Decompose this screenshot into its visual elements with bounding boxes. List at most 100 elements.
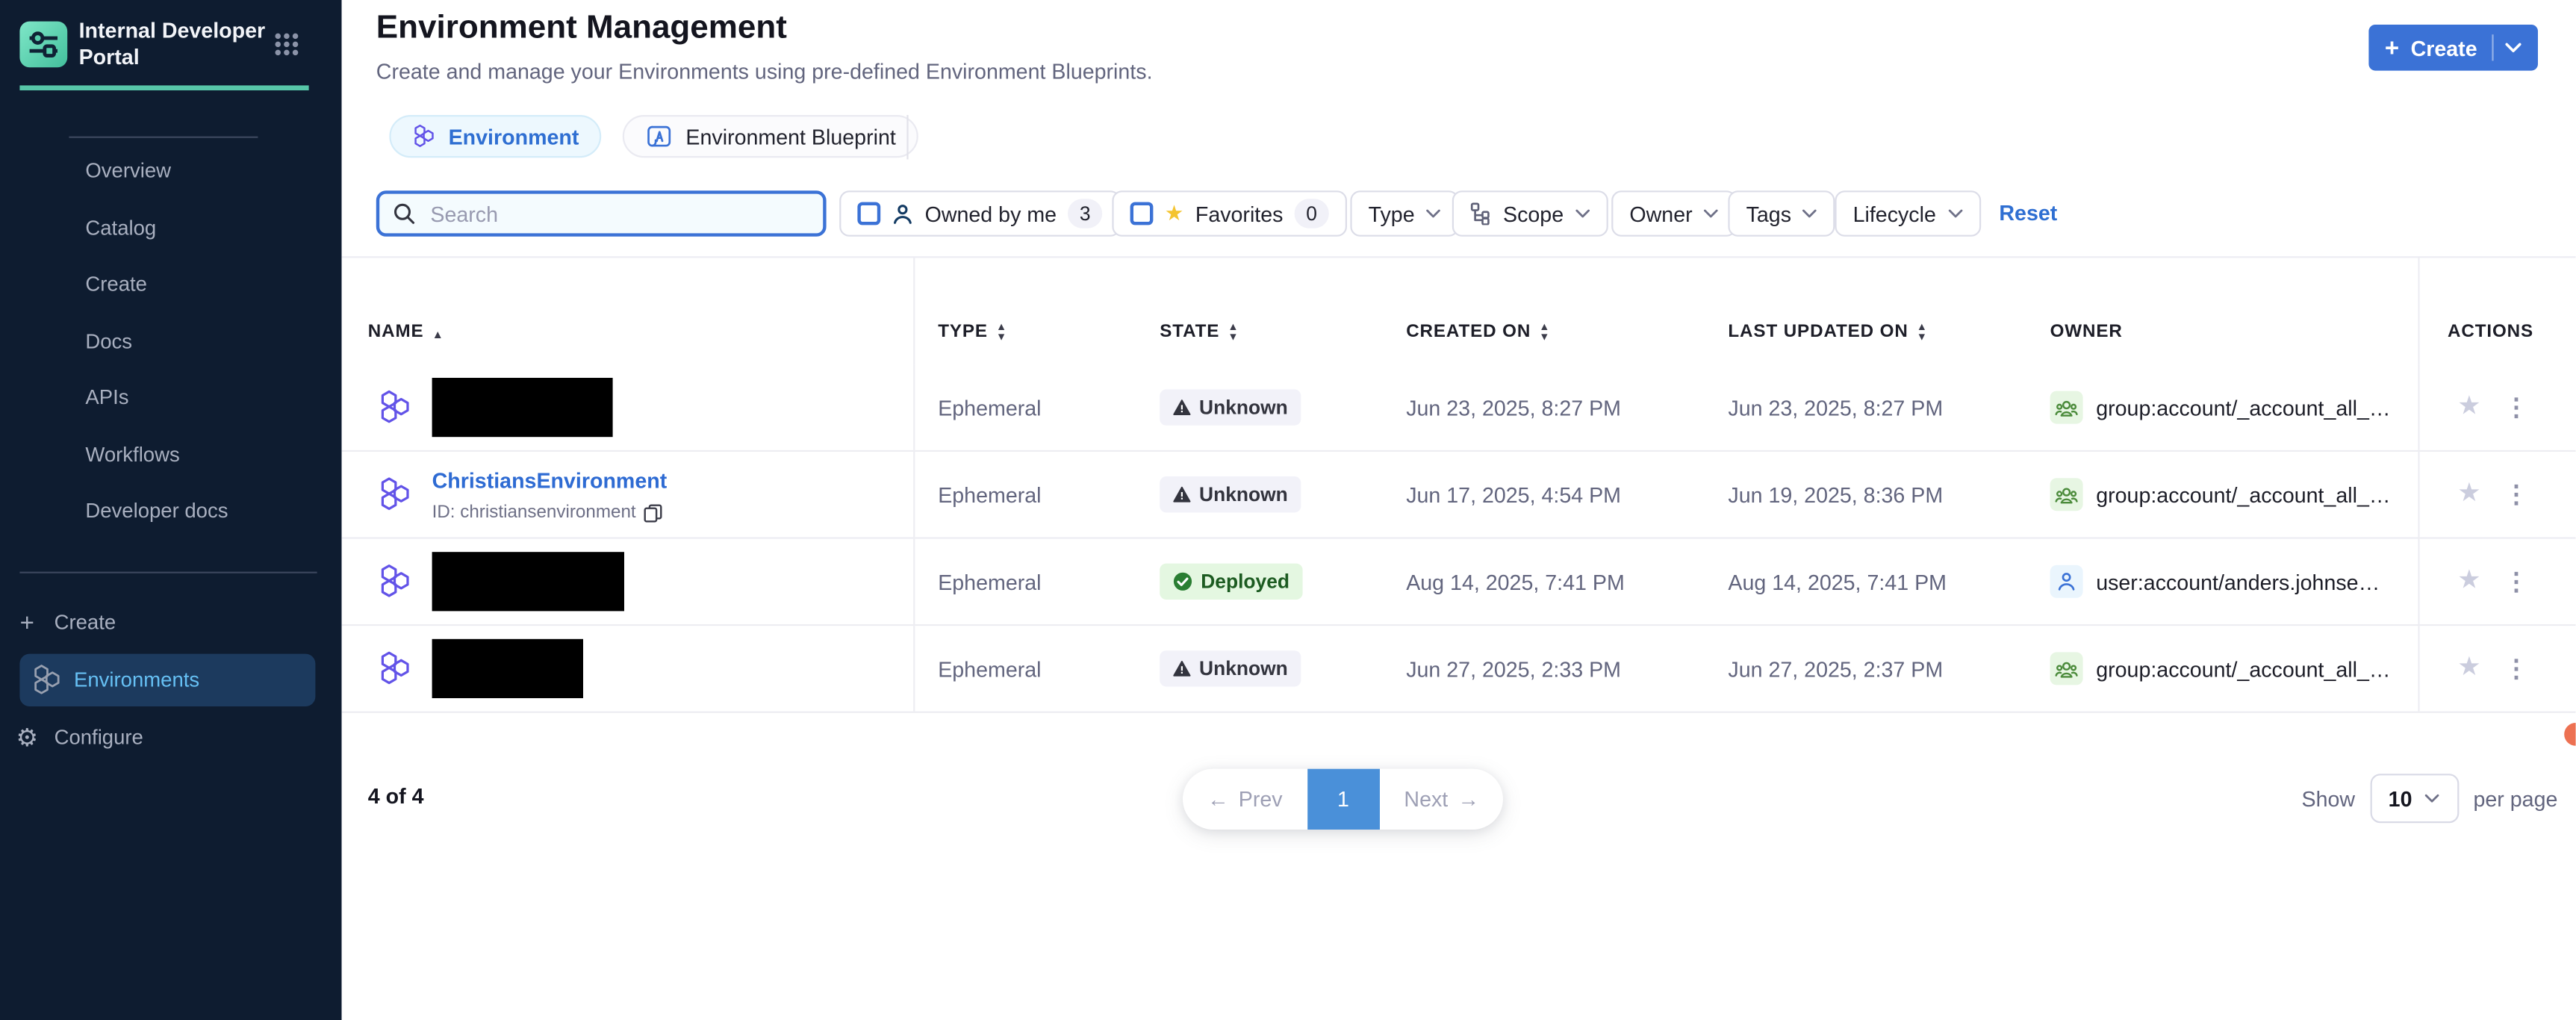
arrow-right-icon: →: [1457, 787, 1479, 812]
favorite-star-icon[interactable]: ★: [2457, 482, 2481, 508]
owned-by-me-count: 3: [1068, 199, 1102, 228]
hexagons-icon: [412, 123, 437, 149]
favorite-star-icon[interactable]: ★: [2457, 394, 2481, 420]
app-switcher-icon[interactable]: [274, 33, 299, 56]
sort-asc-icon: ▲: [432, 330, 444, 341]
sidebar-divider-top: [69, 137, 258, 138]
sort-icon: ▲▼: [1539, 323, 1550, 341]
favorite-star-icon[interactable]: ★: [2457, 568, 2481, 594]
gear-icon: ⚙: [16, 723, 38, 753]
reset-filters-link[interactable]: Reset: [1999, 200, 2057, 225]
status-badge: Unknown: [1160, 650, 1301, 686]
page-size-control: Show 10 per page: [2302, 774, 2558, 823]
page-number-button[interactable]: 1: [1307, 769, 1380, 830]
tab-environment[interactable]: Environment: [389, 115, 602, 158]
pagination-control: ← Prev 1 Next →: [1183, 769, 1504, 830]
sidebar-accent-line: [19, 85, 308, 90]
favorites-filter[interactable]: ★ Favorites 0: [1112, 190, 1346, 237]
page-title: Environment Management: [376, 10, 787, 48]
chevron-down-icon: [2425, 794, 2440, 803]
sidebar-environments-label: Environments: [74, 668, 199, 691]
owned-by-me-checkbox[interactable]: [857, 202, 880, 226]
table-row[interactable]: ChristiansEnvironment ID: christiansenvi…: [342, 452, 2576, 539]
sidebar-item-overview[interactable]: Overview: [0, 143, 342, 199]
table-header-row: NAME ▲ TYPE ▲▼ STATE ▲▼ CREATED ON ▲▼ LA…: [342, 258, 2576, 364]
arrow-left-icon: ←: [1207, 787, 1229, 812]
sort-icon: ▲▼: [996, 323, 1007, 341]
hierarchy-icon: [1470, 202, 1492, 226]
chevron-down-icon: [1575, 208, 1590, 218]
kebab-menu-icon[interactable]: ⋮: [2504, 482, 2529, 507]
environment-id: ID: christiansenvironment: [432, 503, 668, 522]
prev-page-button[interactable]: ← Prev: [1183, 769, 1307, 830]
sidebar-item-catalog[interactable]: Catalog: [0, 199, 342, 256]
create-button[interactable]: + Create: [2368, 25, 2538, 71]
owned-by-me-filter[interactable]: Owned by me 3: [839, 190, 1120, 237]
group-icon: [2050, 652, 2083, 685]
environment-name-link[interactable]: ChristiansEnvironment: [432, 468, 668, 493]
sidebar-item-apis[interactable]: APIs: [0, 370, 342, 426]
group-icon: [2050, 478, 2083, 511]
favorite-star-icon[interactable]: ★: [2457, 656, 2481, 682]
column-header-state[interactable]: STATE ▲▼: [1160, 258, 1406, 364]
table-row[interactable]: Ephemeral Deployed Aug 14, 2025, 7:41 PM…: [342, 539, 2576, 626]
kebab-menu-icon[interactable]: ⋮: [2504, 656, 2529, 681]
environments-table: NAME ▲ TYPE ▲▼ STATE ▲▼ CREATED ON ▲▼ LA…: [342, 256, 2576, 713]
next-page-button[interactable]: Next →: [1379, 769, 1504, 830]
chevron-down-icon: [1802, 208, 1817, 218]
sidebar-item-create[interactable]: Create: [0, 256, 342, 313]
sidebar-item-configure[interactable]: ⚙ Configure: [0, 712, 342, 764]
sidebar-item-developer-docs[interactable]: Developer docs: [0, 483, 342, 540]
column-header-owner: OWNER: [2044, 258, 2418, 364]
user-icon: [2050, 565, 2083, 598]
blueprint-icon: [647, 123, 674, 149]
chevron-down-icon: [1704, 208, 1719, 218]
chevron-down-icon: [1947, 208, 1962, 218]
star-icon: ★: [1165, 200, 1184, 226]
column-header-type[interactable]: TYPE ▲▼: [915, 258, 1160, 364]
search-box[interactable]: [376, 190, 827, 237]
hexagons-icon: [378, 388, 414, 427]
tags-filter-dropdown[interactable]: Tags: [1728, 190, 1835, 237]
chevron-down-icon[interactable]: [2505, 43, 2521, 52]
kebab-menu-icon[interactable]: ⋮: [2504, 395, 2529, 420]
favorites-checkbox[interactable]: [1130, 202, 1154, 226]
column-header-name[interactable]: NAME ▲: [342, 258, 915, 364]
sidebar: Internal Developer Portal Overview Catal…: [0, 0, 342, 1020]
sidebar-item-docs[interactable]: Docs: [0, 313, 342, 370]
sidebar-item-environments[interactable]: Environments: [19, 654, 315, 706]
pagination-summary: 4 of 4: [368, 783, 424, 808]
tabs-divider: [906, 115, 908, 159]
sidebar-item-workflows[interactable]: Workflows: [0, 426, 342, 483]
sidebar-item-create-action[interactable]: + Create: [0, 597, 342, 649]
hexagons-icon: [378, 562, 414, 601]
copy-icon[interactable]: [644, 503, 662, 521]
page-size-select[interactable]: 10: [2370, 774, 2459, 823]
owner-filter-dropdown[interactable]: Owner: [1611, 190, 1737, 237]
sort-icon: ▲▼: [1228, 323, 1239, 341]
table-row[interactable]: Ephemeral Unknown Jun 23, 2025, 8:27 PM …: [342, 364, 2576, 452]
tab-environment-blueprint[interactable]: Environment Blueprint: [623, 115, 919, 158]
column-header-created-on[interactable]: CREATED ON ▲▼: [1406, 258, 1728, 364]
kebab-menu-icon[interactable]: ⋮: [2504, 569, 2529, 594]
per-page-label: per page: [2473, 786, 2557, 811]
hexagons-icon: [378, 475, 414, 514]
lifecycle-filter-dropdown[interactable]: Lifecycle: [1835, 190, 1980, 237]
sidebar-create-label: Create: [55, 611, 116, 634]
chevron-down-icon: [1426, 208, 1441, 218]
scope-filter-dropdown[interactable]: Scope: [1452, 190, 1608, 237]
person-icon: [892, 203, 914, 225]
search-input[interactable]: [427, 199, 795, 227]
portal-logo-icon[interactable]: [19, 22, 67, 68]
status-badge: Deployed: [1160, 564, 1302, 600]
type-filter-dropdown[interactable]: Type: [1350, 190, 1459, 237]
redacted-environment-name: [432, 552, 624, 611]
button-divider: [2492, 34, 2493, 60]
hexagons-icon: [378, 649, 414, 688]
table-row[interactable]: Ephemeral Unknown Jun 27, 2025, 2:33 PM …: [342, 626, 2576, 713]
page-subtitle: Create and manage your Environments usin…: [376, 59, 1153, 84]
column-header-last-updated-on[interactable]: LAST UPDATED ON ▲▼: [1728, 258, 2043, 364]
main-content: Environment Management Create and manage…: [342, 0, 2576, 1020]
redacted-environment-name: [432, 378, 613, 437]
entity-type-tabs: Environment Environment Blueprint: [389, 115, 918, 158]
